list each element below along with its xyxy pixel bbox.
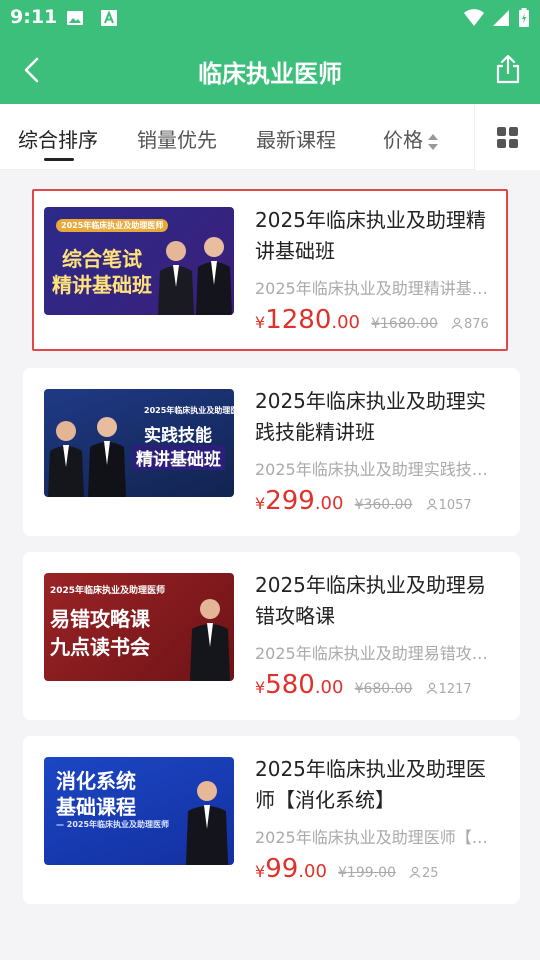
enrolled-count-value: 1217 bbox=[438, 682, 472, 697]
cellular-signal-icon bbox=[493, 10, 509, 26]
active-tab-indicator bbox=[44, 158, 74, 161]
grid-view-icon bbox=[497, 127, 518, 148]
image-notification-icon bbox=[67, 11, 83, 25]
app-header: 9:11 临床执业医师 bbox=[0, 0, 540, 104]
enrolled-count: 876 bbox=[451, 317, 489, 332]
font-notification-icon bbox=[101, 10, 117, 26]
status-bar: 9:11 bbox=[0, 0, 540, 36]
enrolled-count-value: 25 bbox=[422, 866, 439, 881]
share-icon[interactable] bbox=[494, 54, 522, 84]
original-price: ¥1680.00 bbox=[371, 316, 438, 332]
course-subtitle: 2025年临床执业及助理实践技… bbox=[255, 460, 488, 479]
price-decimal: .00 bbox=[331, 312, 360, 333]
original-price: ¥680.00 bbox=[354, 681, 413, 697]
original-price: ¥360.00 bbox=[354, 497, 413, 513]
course-thumbnail: 2025年临床执业及助理医师 易错攻略课 九点读书会 bbox=[44, 573, 234, 681]
person-icon bbox=[426, 682, 438, 694]
tab-price[interactable]: 价格 bbox=[383, 124, 439, 153]
person-icon bbox=[451, 317, 463, 329]
course-title: 2025年临床执业及助理易错攻略课 bbox=[255, 573, 486, 628]
lecturer-figure bbox=[196, 237, 232, 315]
price-decimal: .00 bbox=[298, 861, 327, 882]
enrolled-count: 1217 bbox=[426, 682, 472, 697]
price-integer: 299 bbox=[265, 486, 315, 516]
price-integer: 1280 bbox=[265, 305, 332, 335]
lecturer-figure bbox=[190, 599, 230, 681]
sort-arrows-icon bbox=[428, 133, 438, 150]
course-price-row: ¥580.00 ¥680.00 1217 bbox=[255, 670, 472, 700]
course-card[interactable]: 2025年临床执业及助理医师 实践技能 精讲基础班 2025年临床执业及助理实践… bbox=[23, 368, 520, 536]
course-title: 2025年临床执业及助理精讲基础班 bbox=[255, 208, 486, 263]
enrolled-count-value: 876 bbox=[464, 317, 489, 332]
lecturer-figure bbox=[88, 417, 126, 497]
price-currency: ¥ bbox=[255, 494, 266, 513]
battery-icon bbox=[519, 8, 529, 27]
enrolled-count-value: 1057 bbox=[438, 498, 472, 513]
tab-comprehensive-sort[interactable]: 综合排序 bbox=[18, 124, 98, 153]
course-price-row: ¥1280.00 ¥1680.00 876 bbox=[255, 305, 489, 335]
course-card[interactable]: 2025年临床执业及助理医师 综合笔试 精讲基础班 2025年临床执业及助理精讲… bbox=[32, 189, 508, 351]
price-integer: 580 bbox=[265, 670, 315, 700]
price-currency: ¥ bbox=[255, 862, 266, 881]
tab-price-label: 价格 bbox=[383, 128, 423, 152]
course-price-row: ¥99.00 ¥199.00 25 bbox=[255, 854, 439, 884]
page-title: 临床执业医师 bbox=[198, 60, 342, 88]
person-icon bbox=[409, 866, 421, 878]
course-thumbnail: 2025年临床执业及助理医师 综合笔试 精讲基础班 bbox=[44, 207, 234, 315]
lecturer-figure bbox=[48, 421, 84, 497]
price-decimal: .00 bbox=[314, 493, 344, 514]
lecturer-figure bbox=[158, 241, 194, 315]
layout-toggle-button[interactable] bbox=[474, 104, 540, 170]
status-time: 9:11 bbox=[10, 6, 58, 28]
tab-sales-priority[interactable]: 销量优先 bbox=[137, 124, 217, 153]
price-currency: ¥ bbox=[255, 313, 266, 332]
tab-newest-courses[interactable]: 最新课程 bbox=[256, 124, 336, 153]
course-thumbnail: 消化系统 基础课程 — 2025年临床执业及助理医师 bbox=[44, 757, 234, 865]
price-decimal: .00 bbox=[314, 677, 344, 698]
original-price: ¥199.00 bbox=[338, 865, 396, 881]
course-subtitle: 2025年临床执业及助理易错攻… bbox=[255, 644, 488, 663]
price-integer: 99 bbox=[265, 854, 299, 884]
course-card[interactable]: 2025年临床执业及助理医师 易错攻略课 九点读书会 2025年临床执业及助理易… bbox=[23, 552, 520, 720]
course-subtitle: 2025年临床执业及助理精讲基… bbox=[255, 279, 488, 298]
enrolled-count: 1057 bbox=[426, 498, 472, 513]
course-subtitle: 2025年临床执业及助理医师【… bbox=[255, 828, 488, 847]
course-card[interactable]: 消化系统 基础课程 — 2025年临床执业及助理医师 2025年临床执业及助理医… bbox=[23, 736, 520, 904]
course-title: 2025年临床执业及助理实践技能精讲班 bbox=[255, 389, 486, 444]
person-icon bbox=[426, 498, 438, 510]
sort-tab-bar: 综合排序 销量优先 最新课程 价格 bbox=[0, 104, 540, 170]
course-price-row: ¥299.00 ¥360.00 1057 bbox=[255, 486, 472, 516]
wifi-icon bbox=[464, 9, 484, 26]
lecturer-figure bbox=[186, 781, 228, 865]
course-title: 2025年临床执业及助理医师【消化系统】 bbox=[255, 757, 486, 812]
course-thumbnail: 2025年临床执业及助理医师 实践技能 精讲基础班 bbox=[44, 389, 234, 497]
price-currency: ¥ bbox=[255, 678, 266, 697]
enrolled-count: 25 bbox=[409, 866, 439, 881]
